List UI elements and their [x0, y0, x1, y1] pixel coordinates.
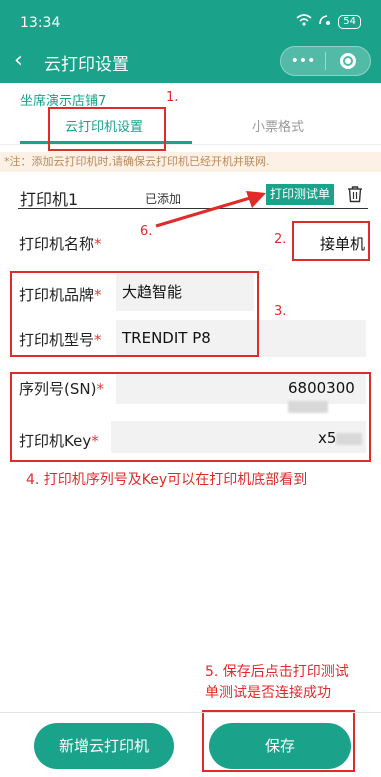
- page-title: 云打印设置: [44, 55, 129, 75]
- annotation-2: 2.: [274, 232, 287, 247]
- annotation-box-4: [10, 372, 371, 462]
- annotation-5-line1: 5. 保存后点击打印测试: [205, 664, 349, 680]
- back-icon[interactable]: ‹: [14, 48, 23, 74]
- annotation-box-3: [10, 271, 259, 357]
- annotation-3: 3.: [274, 304, 287, 319]
- more-icon[interactable]: •••: [281, 53, 325, 69]
- annotation-5-line2: 单测试是否连接成功: [205, 685, 331, 701]
- print-test-button[interactable]: 打印测试单: [266, 184, 335, 205]
- top-bar: 13:34 54 ‹ 云打印设置 •••: [0, 0, 381, 83]
- annotation-arrow: [155, 191, 266, 228]
- printer-title: 打印机1: [20, 190, 79, 209]
- status-icons: 54: [296, 14, 361, 29]
- wifi-icon: [296, 14, 312, 29]
- notice-banner: *注：添加云打印机时,请确保云打印机已经开机并联网.: [0, 152, 381, 172]
- battery-icon: 54: [338, 14, 361, 29]
- printer-name-label: 打印机名称*: [19, 235, 102, 253]
- status-bar: 13:34 54: [0, 0, 381, 44]
- status-time: 13:34: [20, 15, 61, 31]
- mini-program-capsule: •••: [280, 46, 371, 76]
- target-icon: [340, 53, 356, 69]
- bottom-divider: [0, 712, 381, 713]
- annotation-box-1: [48, 107, 166, 151]
- close-mini-program-button[interactable]: [326, 53, 370, 69]
- save-button[interactable]: 保存: [209, 723, 351, 769]
- annotation-4: 4. 打印机序列号及Key可以在打印机底部看到: [26, 472, 308, 488]
- nav-bar: ‹ 云打印设置 •••: [0, 44, 381, 83]
- annotation-1: 1.: [166, 90, 179, 105]
- trash-icon[interactable]: [346, 185, 364, 203]
- annotation-box-2: [292, 221, 370, 261]
- add-printer-button[interactable]: 新增云打印机: [34, 723, 174, 769]
- tab-receipt-format[interactable]: 小票格式: [252, 116, 304, 135]
- signal-icon: [318, 14, 332, 29]
